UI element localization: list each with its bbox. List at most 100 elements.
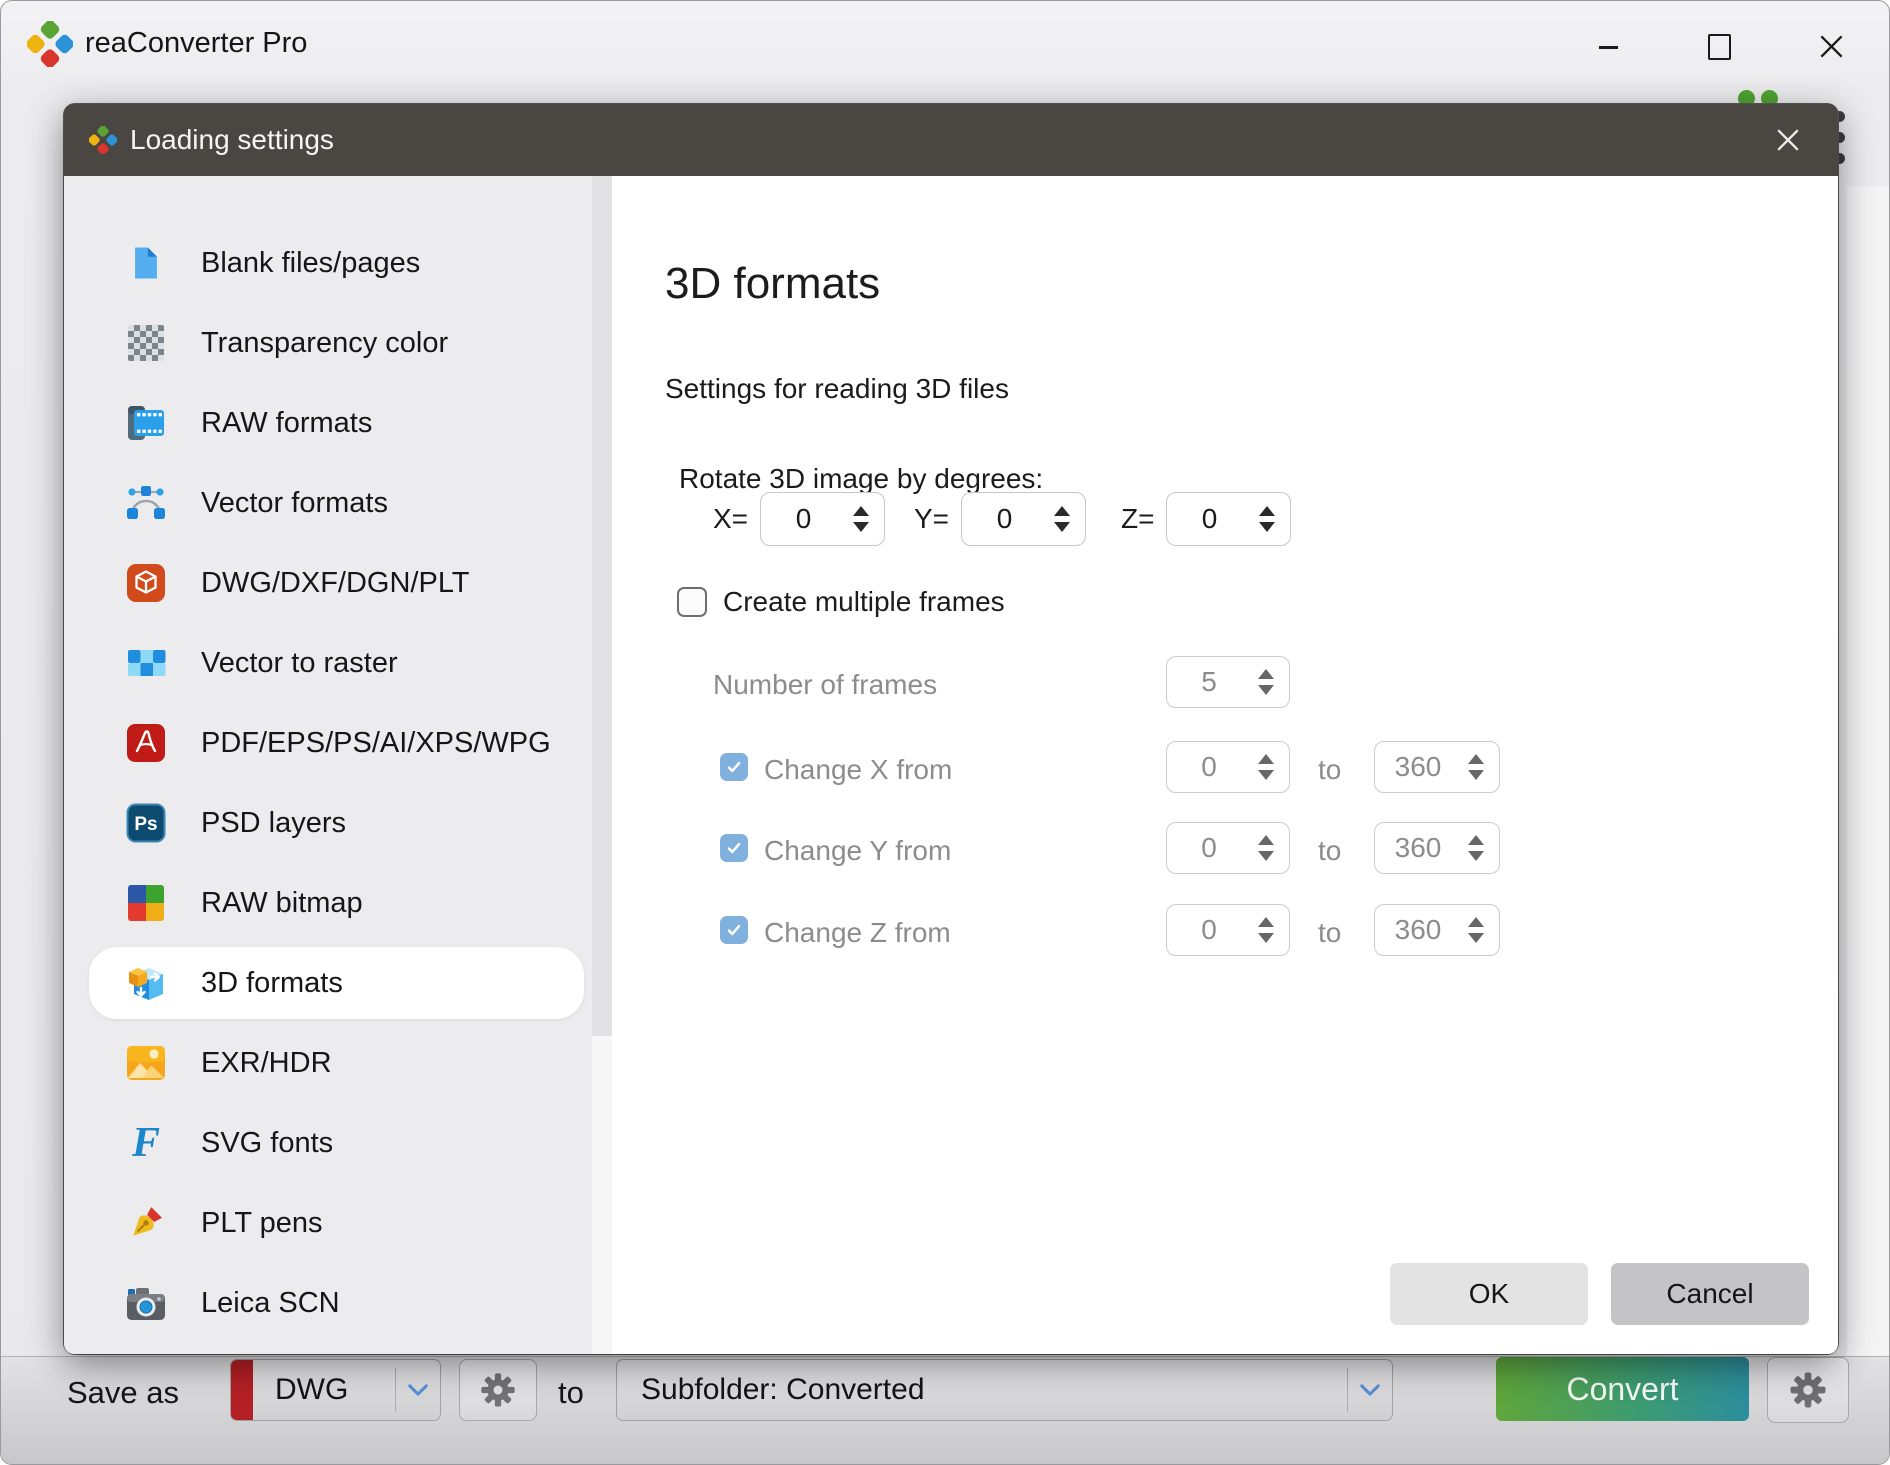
convert-settings-button[interactable] xyxy=(1767,1357,1849,1423)
destination-select[interactable]: Subfolder: Converted xyxy=(616,1359,1393,1421)
to-label: to xyxy=(558,1373,584,1413)
dialog-header: Loading settings xyxy=(64,104,1838,176)
sidebar-item-vector-to-raster[interactable]: Vector to raster xyxy=(64,623,592,703)
change-z-to-spinner: 360 xyxy=(1374,904,1500,956)
sidebar-item-transparency-color[interactable]: Transparency color xyxy=(64,303,592,383)
change-x-from-spinner: 0 xyxy=(1166,741,1290,793)
sidebar-item-raw-formats[interactable]: RAW formats xyxy=(64,383,592,463)
change-y-from-spinner: 0 xyxy=(1166,822,1290,874)
raster-grid-icon xyxy=(124,641,168,685)
close-window-button[interactable] xyxy=(1817,32,1846,61)
change-y-label: Change Y from xyxy=(764,835,951,867)
rotate-label: Rotate 3D image by degrees: xyxy=(679,463,1043,495)
to-word: to xyxy=(1318,835,1341,867)
page-title: 3D formats xyxy=(665,259,880,309)
check-icon xyxy=(725,921,743,939)
cube-3d-icon xyxy=(124,961,168,1005)
film-strip-icon xyxy=(124,401,168,445)
convert-button[interactable]: Convert xyxy=(1496,1357,1749,1421)
change-z-checkbox xyxy=(720,916,748,944)
svg-text:Ps: Ps xyxy=(134,814,157,835)
cancel-button[interactable]: Cancel xyxy=(1611,1263,1809,1325)
to-word: to xyxy=(1318,917,1341,949)
axis-y-spinner[interactable]: 0 xyxy=(961,492,1086,546)
spinner-down-arrow[interactable] xyxy=(853,522,869,532)
format-settings-button[interactable] xyxy=(459,1359,537,1421)
ok-button[interactable]: OK xyxy=(1390,1263,1588,1325)
axis-x-spinner[interactable]: 0 xyxy=(760,492,885,546)
change-x-label: Change X from xyxy=(764,754,952,786)
spinner-down-arrow[interactable] xyxy=(1259,522,1275,532)
sidebar-item-pdf-eps[interactable]: PDF/EPS/PS/AI/XPS/WPG xyxy=(64,703,592,783)
spinner-down-arrow[interactable] xyxy=(1054,522,1070,532)
axis-z-label: Z= xyxy=(1121,492,1154,546)
spinner-up-arrow[interactable] xyxy=(1054,506,1070,516)
background-panel-edge xyxy=(1847,186,1890,1356)
minimize-button[interactable] xyxy=(1599,46,1618,49)
sidebar-item-leica-scn[interactable]: Leica SCN xyxy=(64,1263,592,1343)
script-f-icon: F xyxy=(124,1121,168,1165)
pen-nib-icon xyxy=(124,1201,168,1245)
axis-z-spinner[interactable]: 0 xyxy=(1166,492,1291,546)
color-quad-icon xyxy=(124,881,168,925)
sidebar-item-blank-files[interactable]: Blank files/pages xyxy=(64,223,592,303)
check-icon xyxy=(725,758,743,776)
change-x-checkbox xyxy=(720,753,748,781)
spinner-up-arrow xyxy=(1258,669,1274,679)
image-sun-icon xyxy=(124,1041,168,1085)
dialog-title: Loading settings xyxy=(130,104,334,176)
destination-value: Subfolder: Converted xyxy=(641,1373,925,1407)
create-multiple-frames-checkbox[interactable] xyxy=(677,587,707,617)
format-color-stripe xyxy=(231,1360,253,1420)
chevron-down-icon[interactable] xyxy=(1348,1383,1392,1397)
check-icon xyxy=(725,839,743,857)
sidebar-item-psd-layers[interactable]: Ps PSD layers xyxy=(64,783,592,863)
spinner-down-arrow xyxy=(1258,685,1274,695)
axis-x-label: X= xyxy=(713,492,748,546)
app-title: reaConverter Pro xyxy=(85,1,307,89)
loading-settings-dialog: Loading settings Blank files/pages Trans… xyxy=(64,104,1838,1354)
sidebar-item-dwg-dxf[interactable]: DWG/DXF/DGN/PLT xyxy=(64,543,592,623)
settings-panel: 3D formats Settings for reading 3D files… xyxy=(612,176,1838,1354)
transparency-checker-icon xyxy=(124,321,168,365)
save-as-label: Save as xyxy=(67,1373,179,1413)
spinner-up-arrow[interactable] xyxy=(853,506,869,516)
output-format-select[interactable]: DWG xyxy=(230,1359,441,1421)
camera-icon xyxy=(124,1281,168,1325)
number-of-frames-label: Number of frames xyxy=(713,669,937,701)
to-word: to xyxy=(1318,754,1341,786)
sidebar-item-3d-formats[interactable]: 3D formats xyxy=(64,943,592,1023)
change-z-label: Change Z from xyxy=(764,917,951,949)
conversion-bar: Save as DWG to Subfold xyxy=(1,1356,1890,1465)
sidebar-item-vector-formats[interactable]: Vector formats xyxy=(64,463,592,543)
output-format-value: DWG xyxy=(275,1373,348,1407)
reaconverter-logo-icon xyxy=(27,21,73,67)
cad-cube-icon xyxy=(124,561,168,605)
close-dialog-button[interactable] xyxy=(1764,118,1812,162)
number-of-frames-spinner: 5 xyxy=(1166,656,1290,708)
maximize-button[interactable] xyxy=(1708,34,1731,60)
sidebar-item-exr-hdr[interactable]: EXR/HDR xyxy=(64,1023,592,1103)
sidebar-scrollbar[interactable] xyxy=(592,176,612,1354)
axis-y-label: Y= xyxy=(914,492,949,546)
chevron-down-icon[interactable] xyxy=(396,1383,440,1397)
gear-icon xyxy=(478,1370,518,1410)
title-bar: reaConverter Pro xyxy=(1,1,1889,89)
bezier-curve-icon xyxy=(124,481,168,525)
blank-file-icon xyxy=(124,241,168,285)
app-window: reaConverter Pro Save as DWG xyxy=(0,0,1890,1465)
sidebar-item-svg-fonts[interactable]: F SVG fonts xyxy=(64,1103,592,1183)
scrollbar-thumb[interactable] xyxy=(592,176,612,1036)
change-y-checkbox xyxy=(720,834,748,862)
page-subtitle: Settings for reading 3D files xyxy=(665,373,1009,405)
sidebar-item-raw-bitmap[interactable]: RAW bitmap xyxy=(64,863,592,943)
settings-sidebar: Blank files/pages Transparency color xyxy=(64,176,592,1354)
change-y-to-spinner: 360 xyxy=(1374,822,1500,874)
change-x-to-spinner: 360 xyxy=(1374,741,1500,793)
change-z-from-spinner: 0 xyxy=(1166,904,1290,956)
spinner-up-arrow[interactable] xyxy=(1259,506,1275,516)
sidebar-item-plt-pens[interactable]: PLT pens xyxy=(64,1183,592,1263)
pdf-icon xyxy=(124,721,168,765)
photoshop-icon: Ps xyxy=(124,801,168,845)
create-multiple-frames-label: Create multiple frames xyxy=(723,575,1005,629)
